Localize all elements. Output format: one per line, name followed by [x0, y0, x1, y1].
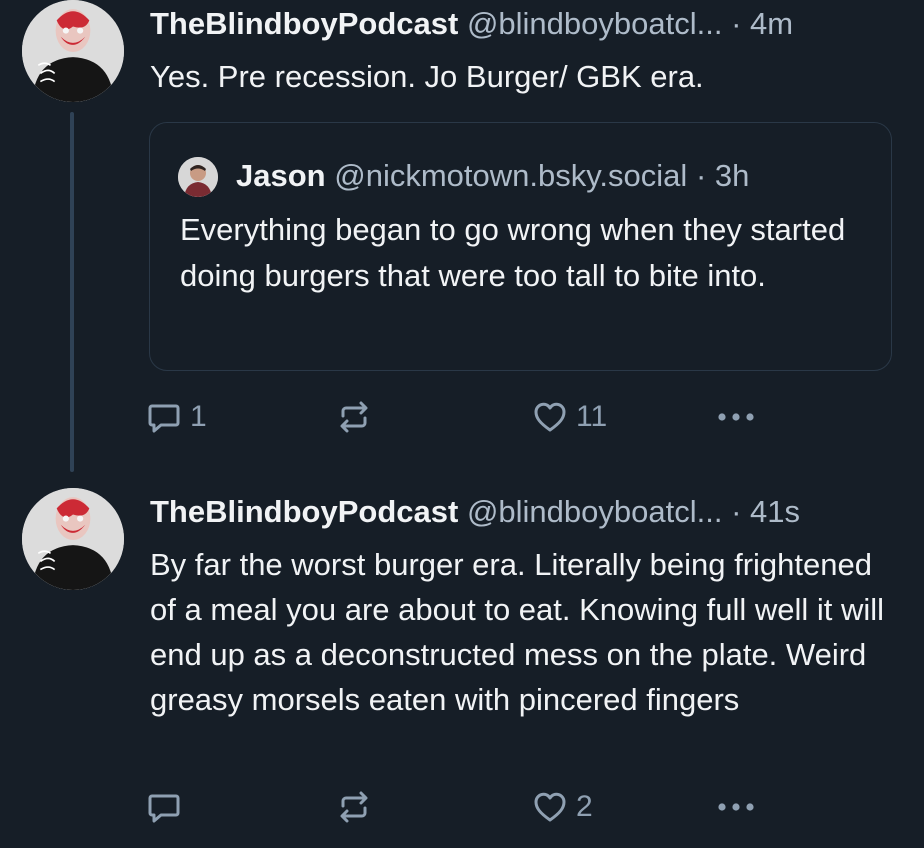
- thread-line: [70, 112, 74, 472]
- post-header: TheBlindboyPodcast @blindboyboatcl... · …: [150, 492, 904, 532]
- post-time[interactable]: 41s: [750, 494, 800, 529]
- author-handle[interactable]: @blindboyboatcl...: [467, 6, 723, 41]
- more-options-button[interactable]: [714, 784, 758, 830]
- more-icon: [718, 413, 754, 421]
- repost-button[interactable]: [336, 784, 372, 830]
- post[interactable]: TheBlindboyPodcast @blindboyboatcl... · …: [0, 0, 924, 480]
- quote-time: 3h: [714, 158, 750, 193]
- reply-button[interactable]: 1: [146, 394, 207, 440]
- author-name[interactable]: TheBlindboyPodcast: [150, 6, 458, 41]
- like-count: 2: [576, 790, 593, 823]
- separator: ·: [731, 6, 742, 41]
- author-handle[interactable]: @blindboyboatcl...: [467, 494, 723, 529]
- reply-button[interactable]: [146, 784, 190, 830]
- like-button[interactable]: 11: [532, 394, 607, 440]
- author-name[interactable]: TheBlindboyPodcast: [150, 494, 458, 529]
- repost-icon: [340, 791, 368, 823]
- repost-icon: [340, 401, 368, 433]
- reply-count: 1: [190, 400, 207, 433]
- quote-header: Jason @nickmotown.bsky.social · 3h: [236, 155, 749, 197]
- quote-author-name[interactable]: Jason: [236, 158, 326, 193]
- post-time[interactable]: 4m: [750, 6, 793, 41]
- quote-text: Everything began to go wrong when they s…: [180, 212, 846, 293]
- post-header: TheBlindboyPodcast @blindboyboatcl... · …: [150, 4, 904, 44]
- post-actions: 1 11: [146, 394, 786, 440]
- reply-icon: [148, 794, 180, 823]
- like-icon: [534, 402, 566, 432]
- like-count: 11: [576, 400, 608, 433]
- separator: ·: [695, 158, 707, 193]
- post[interactable]: TheBlindboyPodcast @blindboyboatcl... · …: [0, 484, 924, 848]
- reply-icon: [148, 404, 180, 433]
- quote-author-handle[interactable]: @nickmotown.bsky.social: [334, 158, 687, 193]
- repost-button[interactable]: [336, 394, 372, 440]
- post-actions: 2: [146, 784, 786, 830]
- post-text: By far the worst burger era. Literally b…: [150, 547, 885, 717]
- separator: ·: [731, 494, 742, 529]
- quote-author-avatar: [178, 157, 218, 197]
- more-options-button[interactable]: [714, 394, 758, 440]
- like-button[interactable]: 2: [532, 784, 593, 830]
- author-avatar[interactable]: [22, 0, 124, 102]
- quoted-post[interactable]: Jason @nickmotown.bsky.social · 3h Every…: [149, 122, 892, 371]
- post-text: Yes. Pre recession. Jo Burger/ GBK era.: [150, 59, 704, 94]
- like-icon: [534, 792, 566, 822]
- author-avatar[interactable]: [22, 488, 124, 590]
- more-icon: [718, 803, 754, 811]
